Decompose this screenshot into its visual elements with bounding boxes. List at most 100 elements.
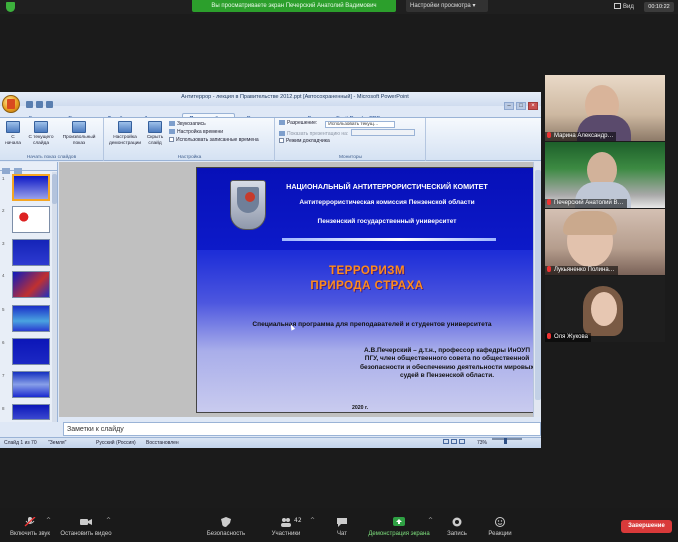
mic-muted-icon [547,132,551,138]
end-meeting-button[interactable]: Завершение [621,520,672,533]
use-timings-checkbox[interactable]: Использовать записанные времена [169,137,259,144]
slide-thumbnail-4[interactable] [12,271,50,298]
rehearse-label: Настройка времени [177,129,223,135]
slide-thumbnail-7[interactable] [12,371,50,398]
group-setup-label: Настройка [177,155,202,160]
slideshow-current-icon [34,121,48,133]
microphone-icon [169,121,175,126]
close-icon[interactable]: × [528,102,538,110]
rehearse-timings-button[interactable]: Настройка времени [169,129,223,136]
chevron-up-icon[interactable]: ^ [310,517,315,524]
shield-icon[interactable] [6,2,15,12]
security-label: Безопасность [206,531,246,537]
custom-show-label: Произвольный показ [62,135,96,146]
thumb-number: 7 [2,373,5,378]
language-indicator[interactable]: Русский (Россия) [96,438,136,448]
custom-show-button[interactable]: Произвольный показ [58,121,100,146]
thumb-number: 6 [2,340,5,345]
slide-year: 2020 г. [352,405,369,411]
resolution-row: Разрешение: Использовать текущ… [279,120,396,128]
participant-name-text: Марина Александр… [554,133,614,139]
view-button[interactable]: Вид [614,3,634,10]
slide-thumbnail-8[interactable] [12,404,50,420]
participant-video-face [591,292,617,326]
microphone-muted-icon [24,517,36,527]
monitor-icon [279,131,285,136]
thumbnails-scrollbar[interactable] [52,172,57,422]
from-current-label: С текущего слайда [28,135,54,146]
slideshow-start-icon [6,121,20,133]
participant-name: Марина Александр… [545,132,617,141]
participant-tile-2[interactable]: Печерский Анатолий В… [545,142,665,208]
slide-author: А.В.Печерский – д.т.н., профессор кафедр… [360,347,534,379]
sorter-view-icon[interactable] [451,439,457,444]
scroll-thumb[interactable] [52,174,57,204]
slide-thumbnail-5[interactable] [12,305,50,332]
custom-show-icon [72,121,86,133]
hide-slide-icon [148,121,162,133]
slides-panel-tabs [0,162,57,174]
slide-thumbnail-1[interactable] [12,174,50,201]
zoom-slider-knob[interactable] [504,438,507,444]
canvas-scrollbar[interactable] [533,162,541,417]
security-button[interactable]: Безопасность [204,517,248,537]
office-button[interactable] [2,95,20,113]
participant-tile-1[interactable]: Марина Александр… [545,75,665,141]
zoom-level[interactable]: 73% [477,438,487,448]
chevron-up-icon[interactable]: ^ [428,517,433,524]
mic-muted-icon [547,199,551,205]
record-button[interactable]: Запись [444,517,470,537]
emblem-inner [237,187,259,213]
from-current-button[interactable]: С текущего слайда [26,121,56,146]
ppt-window-title: Антитеррор - лекция в Правительстве 2012… [181,94,409,100]
slide-thumbnail-6[interactable] [12,338,50,365]
from-start-button[interactable]: С начала [4,121,22,146]
checkbox-icon [279,138,284,143]
office-logo-icon [7,99,15,109]
canvas-scroll-thumb[interactable] [535,170,541,400]
view-options-button[interactable]: Настройки просмотра ▾ [406,0,488,12]
setup-show-button[interactable]: Настройка демонстрации [108,121,142,146]
participant-tile-3[interactable]: Лукьяненко Полина… [545,209,665,275]
slide-main-title-2: ПРИРОДА СТРАХА [310,280,424,292]
record-icon [452,517,462,527]
monitor-icon [279,120,285,125]
shield-icon [221,517,231,527]
resolution-dropdown[interactable]: Использовать текущ… [325,121,396,128]
presenter-view-checkbox[interactable]: Режим докладчика [279,138,330,145]
chevron-up-icon[interactable]: ^ [106,517,111,524]
normal-view-icon[interactable] [443,439,449,444]
chat-button[interactable]: Чат [330,517,354,537]
slide-notes-field[interactable]: Заметки к слайду [63,422,541,436]
thumb-number: 3 [2,241,5,246]
slides-tab-icon[interactable] [2,168,10,174]
reactions-button[interactable]: Реакции [485,517,515,537]
from-start-label: С начала [5,135,21,146]
narration-label: Звукозапись [177,121,206,127]
share-screen-icon [393,517,405,526]
slide-thumbnail-3[interactable] [12,239,50,266]
zoom-toolbar: Включить звук ^ Остановить видео ^ Безоп… [0,508,678,542]
slide-thumbnail-2[interactable] [12,206,50,233]
chevron-up-icon[interactable]: ^ [46,517,51,524]
hide-slide-button[interactable]: Скрыть слайд [143,121,167,146]
chevron-down-icon: ▾ [472,3,476,9]
minimize-icon[interactable]: – [504,102,514,110]
slides-panel: 1 2 3 4 5 6 7 8 [0,162,58,422]
current-slide[interactable]: НАЦИОНАЛЬНЫЙ АНТИТЕРРОРИСТИЧЕСКИЙ КОМИТЕ… [196,167,538,413]
group-monitors: Разрешение: Использовать текущ… Показать … [276,118,426,161]
people-icon [281,518,291,527]
thumb-number: 2 [2,208,5,213]
maximize-icon[interactable]: □ [516,102,526,110]
slideshow-view-icon[interactable] [459,439,465,444]
participants-label: Участники [271,531,301,537]
slide-canvas: НАЦИОНАЛЬНЫЙ АНТИТЕРРОРИСТИЧЕСКИЙ КОМИТЕ… [59,162,541,417]
participant-tile-4[interactable]: Оля Жукова [545,276,665,342]
view-button-label: Вид [623,4,634,10]
narration-button[interactable]: Звукозапись [169,121,206,128]
ppt-status-bar: Слайд 1 из 70 "Земля" Русский (Россия) В… [0,437,541,448]
share-screen-button[interactable]: Демонстрация экрана [364,517,434,537]
zoom-slider[interactable] [492,438,522,440]
show-on-dropdown[interactable] [351,129,416,136]
group-monitors-label: Мониторы [339,155,362,160]
